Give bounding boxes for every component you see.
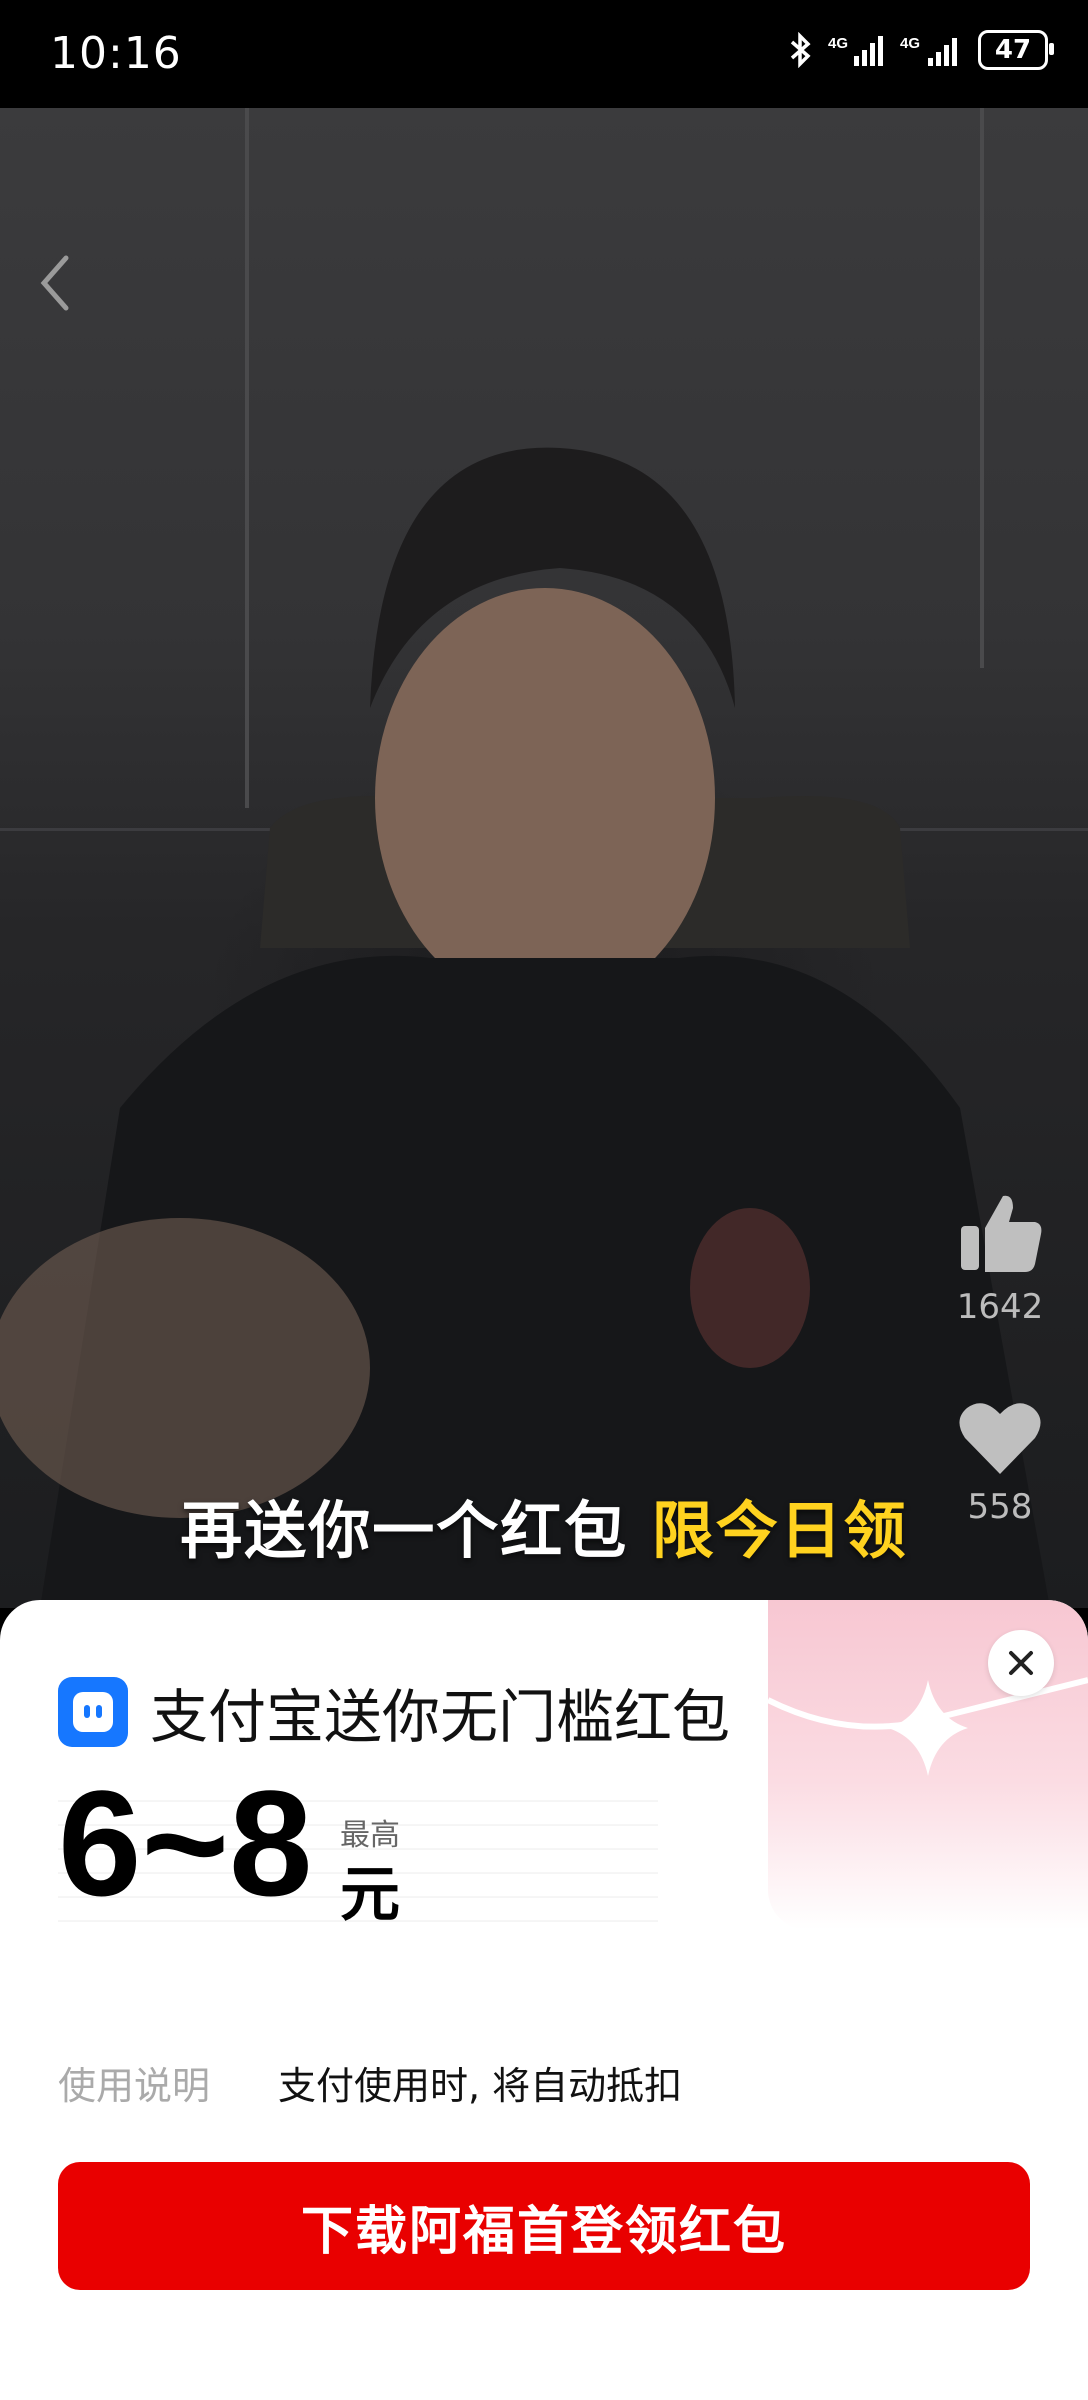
red-packet-sheet: 支付宝送你无门槛红包 6~8 最高 元 使用说明 支付使用时, 将自动抵扣 下载… — [0, 1600, 1088, 2400]
thumbs-up-icon — [961, 1195, 1042, 1272]
alipay-icon — [58, 1677, 128, 1747]
signal-4g-icon: 4G — [900, 35, 957, 66]
like-count: 1642 — [956, 1287, 1044, 1327]
offer-title: 支付宝送你无门槛红包 — [150, 1683, 731, 1751]
like-button[interactable]: 1642 — [952, 1188, 1048, 1327]
download-claim-button[interactable]: 下载阿福首登领红包 — [58, 2162, 1030, 2290]
signal-4g-icon: 4G — [828, 35, 883, 66]
heart-icon — [959, 1403, 1041, 1474]
battery-indicator: 47 — [978, 30, 1054, 70]
back-arrow-icon[interactable] — [30, 248, 80, 318]
usage-label: 使用说明 — [58, 2064, 211, 2108]
bluetooth-icon — [790, 32, 811, 68]
subtitle-highlight: 限今日领 — [651, 1494, 908, 1567]
person-silhouette — [0, 447, 1050, 1608]
offer-header: 支付宝送你无门槛红包 — [58, 1670, 730, 1754]
status-bar: 10:16 4G 4G 47 — [0, 0, 1088, 108]
status-time: 10:16 — [50, 28, 182, 79]
close-button[interactable] — [988, 1630, 1054, 1696]
svg-text:4G: 4G — [900, 35, 920, 52]
offer-amount: 6~8 — [58, 1759, 313, 1927]
video-subtitle: 再送你一个红包 限今日领 — [0, 1480, 1088, 1570]
usage-text: 支付使用时, 将自动抵扣 — [278, 2064, 683, 2108]
status-icons: 4G 4G 47 — [786, 30, 1054, 70]
subtitle-main: 再送你一个红包 — [180, 1494, 629, 1567]
amount-unit: 元 — [340, 1860, 400, 1930]
video-player[interactable]: 1642 558 — [0, 108, 1088, 1608]
svg-text:4G: 4G — [828, 35, 848, 52]
close-icon — [1009, 1651, 1033, 1675]
battery-level: 47 — [994, 35, 1032, 65]
